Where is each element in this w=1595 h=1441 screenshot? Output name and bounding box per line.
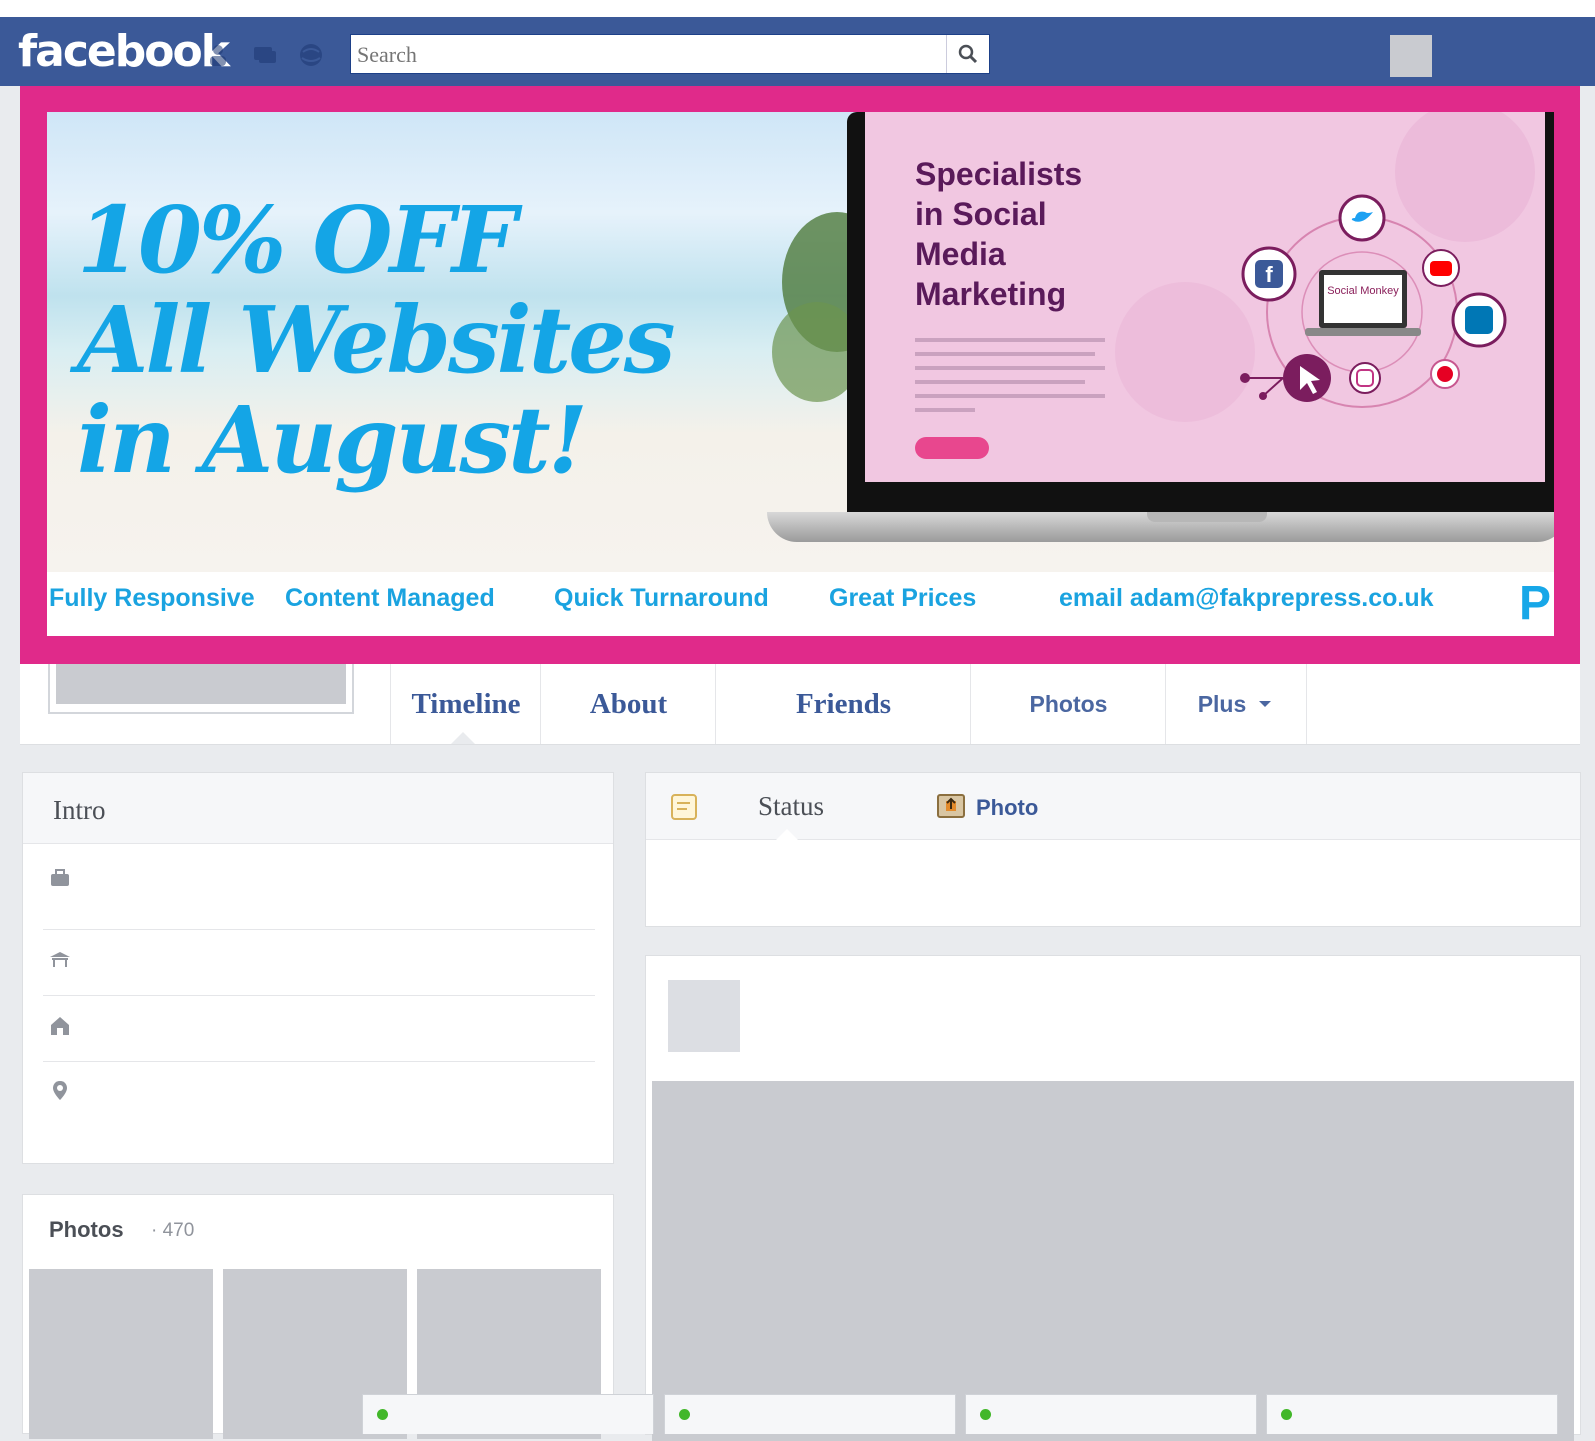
fine-text-line — [915, 380, 1085, 384]
tab-more[interactable]: Plus — [1165, 664, 1307, 744]
youtube-icon — [1430, 261, 1452, 276]
facebook-logo[interactable]: facebook — [18, 26, 230, 77]
photos-title[interactable]: Photos — [49, 1217, 124, 1243]
online-status-icon — [377, 1409, 388, 1420]
tab-photos[interactable]: Photos — [970, 664, 1166, 744]
intro-row-education — [43, 929, 595, 996]
feature-content-managed: Content Managed — [285, 584, 495, 612]
promo-headline: 10% OFF All Websites in August! — [77, 186, 676, 494]
photo-thumbnail[interactable] — [29, 1269, 213, 1439]
messages-icon[interactable] — [252, 42, 278, 68]
online-status-icon — [980, 1409, 991, 1420]
profile-picture — [56, 664, 346, 704]
feature-great-prices: Great Prices — [829, 584, 977, 612]
chat-tab[interactable] — [965, 1394, 1257, 1434]
brand-logo-letter: P — [1519, 577, 1552, 630]
caret-down-icon — [1259, 701, 1272, 707]
ad-headline: Specialists in Social Media Marketing — [915, 154, 1082, 314]
photos-count: · 470 — [151, 1220, 195, 1241]
profile-picture-frame[interactable] — [48, 664, 354, 714]
chat-tab[interactable] — [1266, 1394, 1558, 1434]
status-pencil-icon — [671, 794, 697, 820]
photo-upload-icon — [937, 794, 965, 818]
fine-text-line — [915, 366, 1105, 370]
svg-text:f: f — [1265, 262, 1273, 287]
search-input[interactable] — [355, 39, 949, 71]
chat-tab[interactable] — [362, 1394, 654, 1434]
ad-headline-line-4: Marketing — [915, 276, 1067, 312]
intro-card: Intro — [22, 772, 614, 1164]
post-media[interactable] — [652, 1081, 1574, 1441]
search-icon — [958, 44, 978, 64]
promo-line-3: in August! — [77, 386, 588, 494]
home-icon — [51, 1017, 69, 1035]
promo-line-2: All Websites — [77, 286, 676, 394]
chat-tab[interactable] — [664, 1394, 956, 1434]
online-status-icon — [1281, 1409, 1292, 1420]
school-icon — [50, 952, 70, 967]
feature-quick-turnaround: Quick Turnaround — [554, 584, 769, 612]
intro-row-location — [43, 1061, 595, 1127]
photo-button[interactable]: Photo — [976, 795, 1038, 821]
fine-text-line — [915, 352, 1095, 356]
timeline-post — [645, 955, 1581, 1441]
cover-features-bar: Fully Responsive Content Managed Quick T… — [47, 574, 1554, 636]
composer-header: Status Photo — [646, 773, 1580, 840]
active-tab-indicator — [451, 732, 475, 744]
tab-about[interactable]: About — [540, 664, 716, 744]
linkedin-icon — [1465, 306, 1493, 334]
user-avatar[interactable] — [1390, 35, 1432, 77]
ad-read-more-button — [915, 437, 989, 459]
ad-headline-line-2: in Social — [915, 196, 1047, 232]
fine-text-line — [915, 338, 1105, 342]
briefcase-icon — [51, 869, 69, 886]
social-media-diagram: Social Monkey f — [1240, 194, 1507, 408]
post-composer: Status Photo — [645, 772, 1581, 927]
ad-headline-line-1: Specialists — [915, 156, 1083, 192]
laptop-notch — [1147, 512, 1267, 522]
search-button[interactable] — [946, 35, 989, 73]
tab-friends[interactable]: Friends — [715, 664, 971, 744]
intro-title: Intro — [53, 795, 106, 825]
feature-fully-responsive: Fully Responsive — [49, 584, 255, 612]
post-author-avatar[interactable] — [668, 980, 740, 1052]
intro-row-home — [43, 995, 595, 1062]
cover-photo[interactable]: 10% OFF All Websites in August! Speciali… — [47, 112, 1554, 636]
status-button[interactable]: Status — [758, 791, 824, 822]
ad-headline-line-3: Media — [915, 236, 1006, 272]
online-status-icon — [679, 1409, 690, 1420]
feature-email: email adam@fakprepress.co.uk — [1059, 584, 1434, 612]
pinterest-icon — [1437, 366, 1453, 382]
search-box[interactable] — [350, 34, 990, 74]
friend-requests-icon[interactable] — [205, 42, 231, 68]
intro-header: Intro — [23, 773, 613, 844]
diagram-label: Social Monkey — [1327, 285, 1399, 297]
promo-line-1: 10% OFF — [77, 186, 517, 294]
notifications-globe-icon[interactable] — [298, 42, 324, 68]
fine-text-line — [915, 394, 1105, 398]
composer-active-indicator — [776, 829, 798, 840]
fine-text-line — [915, 408, 975, 412]
location-pin-icon — [53, 1081, 67, 1100]
intro-row-work — [43, 843, 595, 930]
